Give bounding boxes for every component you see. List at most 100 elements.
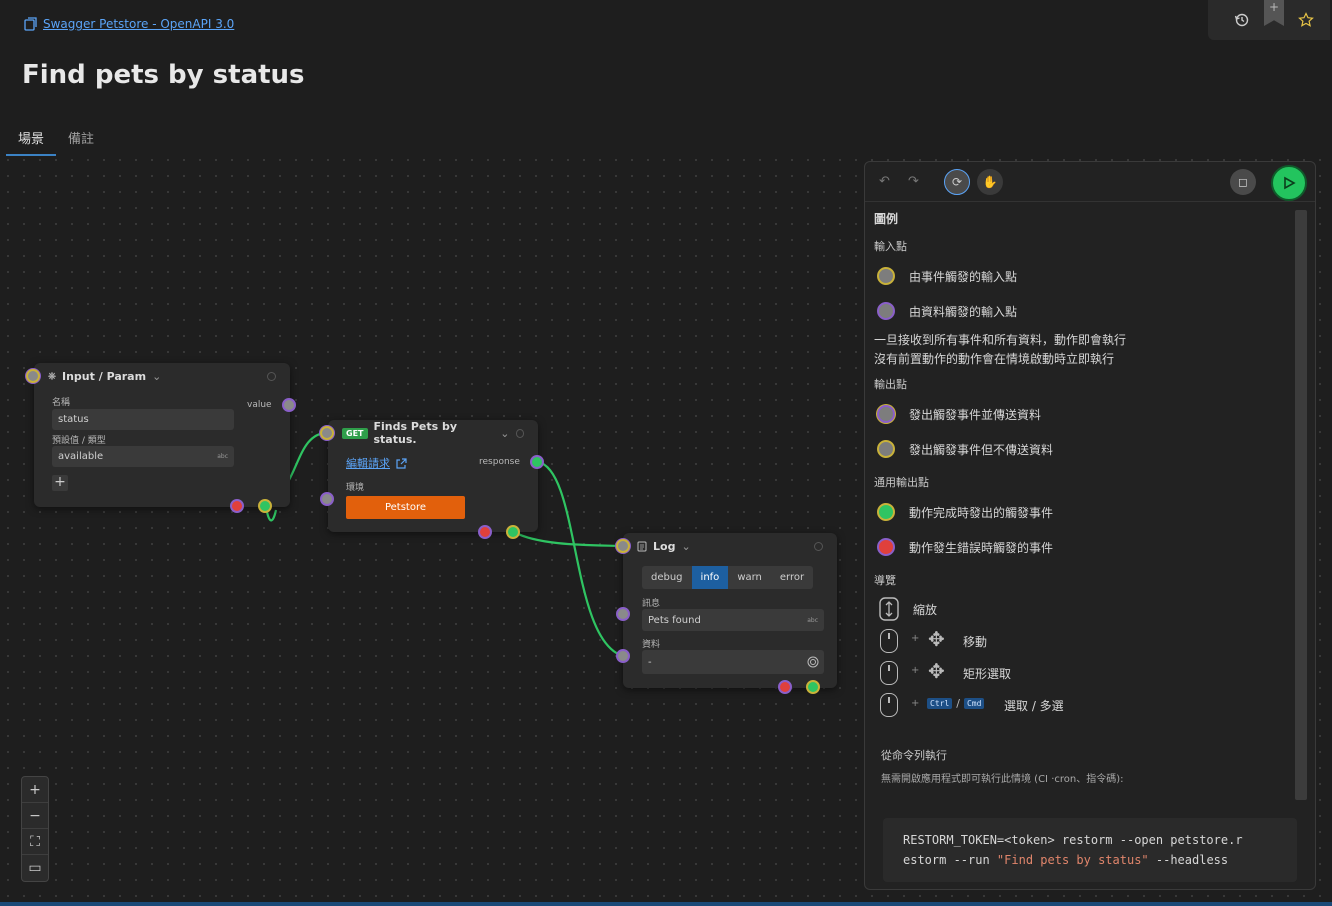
input-done-port[interactable] <box>258 499 272 513</box>
rect-select-arrows-icon: ✥ <box>928 659 945 683</box>
legend-panel: ↶ ↷ ⟳ ✋ ◻ 圖例 輸入點 由事件觸發的輸入點 由資料觸發的輸入點 一旦接… <box>864 161 1316 890</box>
method-badge: GET <box>342 427 368 439</box>
chevron-down-icon[interactable]: ⌄ <box>681 540 690 553</box>
request-data-port[interactable] <box>320 492 334 506</box>
legend-title: 圖例 <box>874 212 899 226</box>
tab-notes[interactable]: 備註 <box>56 124 106 156</box>
cli-command-block[interactable]: RESTORM_TOKEN=<token> restorm --open pet… <box>883 818 1297 882</box>
slash-separator: / <box>956 697 960 710</box>
history-icon[interactable] <box>1234 12 1250 28</box>
event-input-port-icon <box>877 267 895 285</box>
data-input-text: 由資料觸發的輸入點 <box>909 305 1018 319</box>
panel-toolbar: ↶ ↷ ⟳ ✋ ◻ <box>865 162 1315 202</box>
auto-layout-button[interactable]: ⟳ <box>944 169 970 195</box>
request-error-port[interactable] <box>478 525 492 539</box>
page-title: Find pets by status <box>22 60 305 90</box>
error-output-text: 動作發生錯誤時觸發的事件 <box>909 541 1054 555</box>
node-status-icon <box>814 541 823 551</box>
modifier-keys: Ctrl / Cmd <box>927 697 985 710</box>
message-input[interactable]: Pets found abc <box>642 609 824 631</box>
fit-view-button[interactable]: ⛶ <box>22 829 48 855</box>
cli-line-2-post: --headless <box>1148 853 1229 867</box>
plus-sign: + <box>911 633 920 644</box>
move-text: 移動 <box>963 635 988 649</box>
redo-icon[interactable]: ↷ <box>908 174 919 189</box>
done-output-text: 動作完成時發出的觸發事件 <box>909 506 1054 520</box>
cmd-key: Cmd <box>963 698 985 709</box>
level-error[interactable]: error <box>771 566 813 589</box>
log-icon <box>637 541 647 551</box>
zoom-text: 縮放 <box>913 603 938 617</box>
name-label: 名稱 <box>52 398 71 408</box>
data-input[interactable]: - <box>642 650 824 674</box>
rect-select-text: 矩形選取 <box>963 667 1012 681</box>
log-error-port[interactable] <box>778 680 792 694</box>
cli-line-2-pre: estorm --run <box>903 853 997 867</box>
input-node-trigger-port[interactable] <box>26 369 40 383</box>
type-badge[interactable]: abc <box>807 617 818 624</box>
log-done-port[interactable] <box>806 680 820 694</box>
request-trigger-port[interactable] <box>320 426 334 440</box>
tab-scene[interactable]: 場景 <box>6 124 57 156</box>
default-value-input[interactable]: available abc <box>52 446 234 467</box>
env-label: 環境 <box>346 483 365 493</box>
request-done-port[interactable] <box>506 525 520 539</box>
cli-line-1: RESTORM_TOKEN=<token> restorm --open pet… <box>903 833 1243 847</box>
default-value: available <box>58 451 104 462</box>
message-label: 訊息 <box>642 599 661 609</box>
event-data-output-text: 發出觸發事件並傳送資料 <box>909 408 1042 422</box>
value-output-port[interactable] <box>282 398 296 412</box>
breadcrumb-link[interactable]: Swagger Petstore - OpenAPI 3.0 <box>43 17 234 31</box>
minimap-toggle-button[interactable]: ▭ <box>22 855 48 881</box>
log-data-port[interactable] <box>616 649 630 663</box>
response-output-port[interactable] <box>530 455 544 469</box>
log-node-header[interactable]: Log ⌄ <box>623 533 837 559</box>
message-value: Pets found <box>648 614 701 626</box>
env-select-button[interactable]: Petstore <box>346 496 465 519</box>
log-node[interactable]: Log ⌄ debug info warn error 訊息 Pets foun… <box>623 533 837 688</box>
log-node-title: Log <box>653 539 676 553</box>
event-output-port-icon <box>877 440 895 458</box>
name-input[interactable]: status <box>52 409 234 430</box>
param-icon: ⎈ <box>48 370 56 382</box>
plus-sign: + <box>911 665 920 676</box>
chevron-down-icon[interactable]: ⌄ <box>152 370 161 383</box>
zoom-in-button[interactable]: + <box>22 777 48 803</box>
mouse-click-icon <box>880 693 898 717</box>
legend-scrollbar[interactable] <box>1295 210 1307 800</box>
input-param-node[interactable]: ⎈ Input / Param ⌄ 名稱 status 預設值 / 類型 ava… <box>34 363 290 507</box>
log-message-port[interactable] <box>616 607 630 621</box>
value-output-label: value <box>247 400 272 410</box>
stop-button[interactable]: ◻ <box>1230 169 1256 195</box>
move-arrows-icon: ✥ <box>928 627 945 651</box>
name-value: status <box>58 414 89 425</box>
level-debug[interactable]: debug <box>642 566 692 589</box>
top-actions: + <box>1208 0 1330 40</box>
input-node-header[interactable]: ⎈ Input / Param ⌄ <box>34 363 290 389</box>
input-error-port[interactable] <box>230 499 244 513</box>
log-trigger-port[interactable] <box>616 539 630 553</box>
level-warn[interactable]: warn <box>728 566 771 589</box>
request-node[interactable]: GET Finds Pets by status. ⌄ 編輯請求 respons… <box>328 420 538 532</box>
pan-mode-button[interactable]: ✋ <box>977 169 1003 195</box>
node-status-icon <box>267 371 276 381</box>
level-info[interactable]: info <box>691 566 729 589</box>
type-badge[interactable]: abc <box>217 453 228 460</box>
event-output-text: 發出觸發事件但不傳送資料 <box>909 443 1054 457</box>
star-icon[interactable] <box>1298 12 1314 28</box>
request-node-title: Finds Pets by status. <box>373 420 458 446</box>
add-param-button[interactable]: + <box>52 475 68 491</box>
run-button[interactable] <box>1271 165 1307 201</box>
common-outputs-heading: 通用輸出點 <box>874 476 929 489</box>
chevron-down-icon[interactable]: ⌄ <box>500 427 509 440</box>
inputs-heading: 輸入點 <box>874 240 907 253</box>
request-node-header[interactable]: GET Finds Pets by status. ⌄ <box>328 420 538 446</box>
edit-request-link[interactable]: 編輯請求 <box>346 455 407 471</box>
bookmark-icon[interactable]: + <box>1264 0 1284 26</box>
breadcrumb: Swagger Petstore - OpenAPI 3.0 <box>24 17 234 31</box>
multi-select-text: 選取 / 多選 <box>1004 699 1064 713</box>
tab-bar: 場景 備註 <box>6 124 106 156</box>
undo-icon[interactable]: ↶ <box>879 174 890 189</box>
zoom-out-button[interactable]: − <box>22 803 48 829</box>
target-icon[interactable] <box>807 656 819 668</box>
